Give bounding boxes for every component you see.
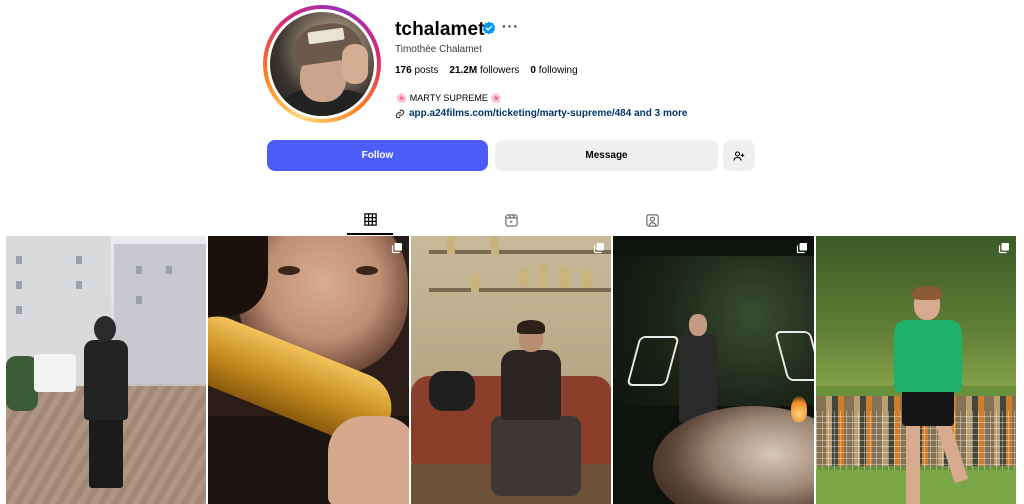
avatar-image bbox=[270, 12, 374, 116]
following-label: following bbox=[538, 65, 578, 76]
window bbox=[166, 266, 172, 274]
posts-stat: 176 posts bbox=[395, 65, 438, 76]
tab-tagged[interactable] bbox=[629, 205, 675, 235]
flower-icon: 🌸 bbox=[490, 93, 502, 103]
window bbox=[16, 306, 22, 314]
shelf bbox=[428, 250, 612, 254]
followers-count: 21.2M bbox=[449, 65, 478, 76]
tab-reels[interactable] bbox=[488, 205, 534, 235]
following-stat[interactable]: 0 following bbox=[530, 65, 577, 76]
avatar-hand bbox=[342, 44, 368, 84]
person bbox=[490, 320, 581, 504]
bio: 🌸 MARTY SUPREME 🌸 bbox=[396, 93, 502, 104]
bio-text: MARTY SUPREME bbox=[409, 93, 488, 103]
post-tile[interactable] bbox=[613, 236, 814, 504]
bag bbox=[428, 371, 475, 411]
follow-button[interactable]: Follow bbox=[267, 140, 488, 171]
van bbox=[34, 354, 76, 392]
reels-icon bbox=[504, 213, 518, 227]
carousel-icon bbox=[594, 243, 605, 254]
window bbox=[136, 296, 142, 304]
person bbox=[675, 314, 721, 424]
link-icon bbox=[395, 109, 405, 118]
profile-avatar[interactable] bbox=[263, 5, 381, 123]
fire bbox=[791, 396, 808, 422]
window bbox=[76, 281, 82, 289]
trophy bbox=[560, 266, 569, 288]
shelf bbox=[428, 288, 612, 292]
person-leg bbox=[905, 424, 920, 504]
bio-link[interactable]: app.a24films.com/ticketing/marty-supreme… bbox=[395, 108, 687, 119]
suggested-accounts-button[interactable] bbox=[723, 140, 755, 171]
tab-posts[interactable] bbox=[347, 205, 393, 235]
grid-icon bbox=[363, 212, 377, 226]
trophy bbox=[520, 268, 529, 286]
person-body bbox=[84, 340, 128, 420]
person-hair bbox=[516, 320, 545, 334]
person-head bbox=[94, 316, 116, 342]
trophy bbox=[470, 274, 479, 292]
tagged-icon bbox=[645, 213, 659, 227]
person-body bbox=[500, 350, 561, 420]
window bbox=[76, 256, 82, 264]
person-leg bbox=[935, 421, 968, 484]
person-head bbox=[689, 314, 708, 336]
posts-label: posts bbox=[414, 65, 439, 76]
posts-count: 176 bbox=[395, 65, 412, 76]
followers-label: followers bbox=[479, 65, 520, 76]
hand bbox=[328, 416, 409, 504]
more-options-icon[interactable]: ··· bbox=[502, 18, 519, 34]
profile-tabs bbox=[0, 205, 1024, 235]
following-count: 0 bbox=[530, 65, 536, 76]
window bbox=[136, 266, 142, 274]
window bbox=[16, 281, 22, 289]
followers-stat[interactable]: 21.2M followers bbox=[449, 65, 519, 76]
carousel-icon bbox=[391, 243, 402, 254]
person-legs bbox=[89, 416, 123, 488]
window bbox=[16, 256, 22, 264]
bio-link-text: app.a24films.com/ticketing/marty-supreme… bbox=[409, 108, 688, 119]
verified-badge-icon bbox=[482, 21, 496, 35]
profile-stats: 176 posts 21.2M followers 0 following bbox=[395, 65, 578, 76]
person bbox=[80, 316, 132, 491]
person-hair bbox=[911, 286, 942, 300]
add-person-icon bbox=[733, 150, 745, 161]
post-tile[interactable] bbox=[6, 236, 207, 504]
trophy bbox=[490, 236, 499, 254]
message-button[interactable]: Message bbox=[495, 140, 718, 171]
post-tile[interactable] bbox=[208, 236, 409, 504]
username: tchalamet bbox=[395, 19, 485, 40]
post-tile[interactable] bbox=[815, 236, 1017, 504]
trophy bbox=[538, 264, 547, 288]
flower-icon: 🌸 bbox=[396, 93, 408, 103]
person bbox=[888, 286, 968, 504]
avatar-border bbox=[267, 9, 377, 119]
trophy bbox=[582, 270, 591, 288]
posts-grid bbox=[6, 236, 1017, 504]
person-body bbox=[679, 334, 718, 422]
trophy bbox=[446, 236, 455, 254]
carousel-icon bbox=[796, 243, 807, 254]
person-legs bbox=[490, 416, 581, 496]
full-name: Timothée Chalamet bbox=[395, 44, 482, 55]
person-shirt bbox=[893, 320, 962, 392]
person-shorts bbox=[901, 388, 954, 426]
carousel-icon bbox=[998, 243, 1010, 254]
post-tile[interactable] bbox=[410, 236, 612, 504]
